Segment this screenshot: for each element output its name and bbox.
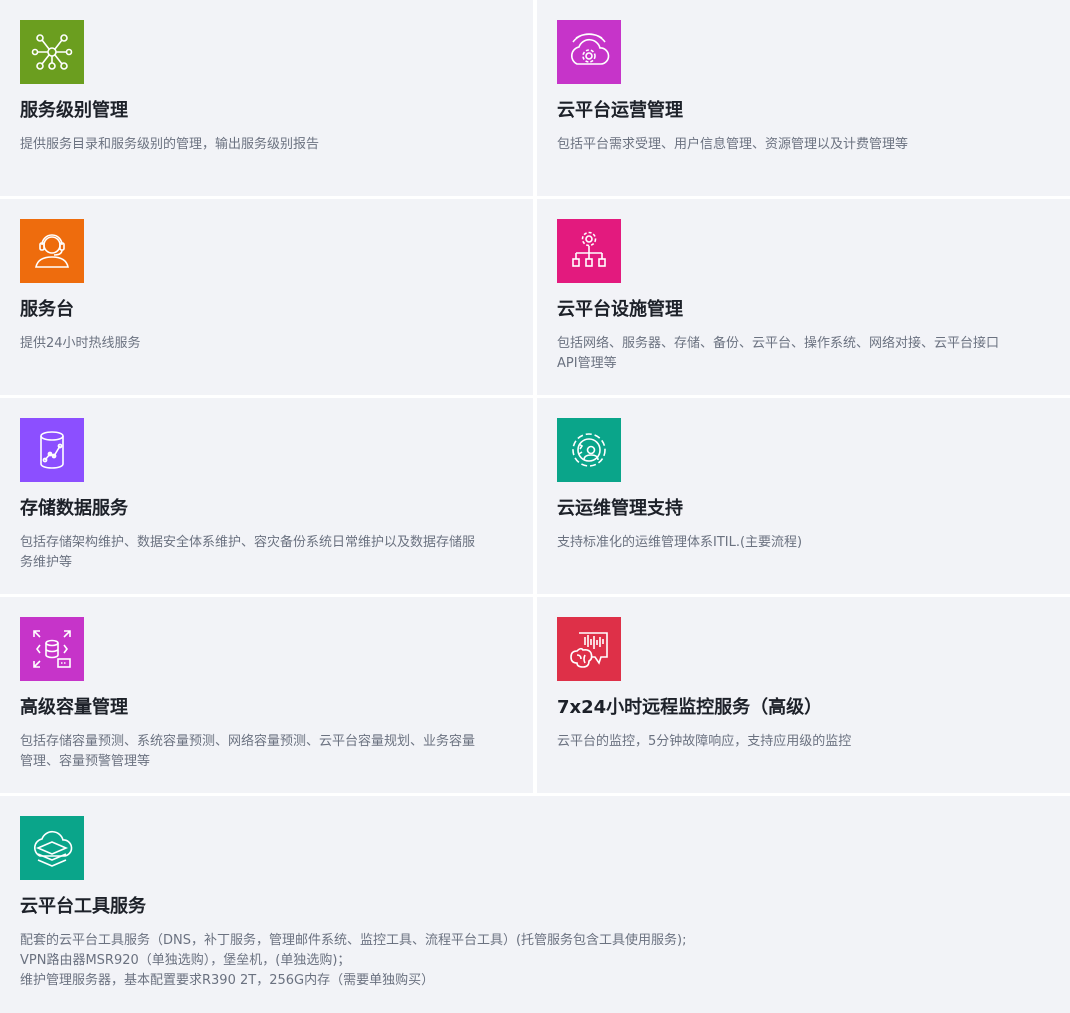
card-title: 云平台运营管理 xyxy=(557,100,683,121)
database-chart-icon xyxy=(40,431,64,469)
card-description: 配套的云平台工具服务（DNS，补丁服务，管理邮件系统、监控工具、流程平台工具）(… xyxy=(20,931,1050,991)
card-description: 包括存储架构维护、数据安全体系维护、容灾备份系统日常维护以及数据存储服 务维护等 xyxy=(20,533,513,573)
card-description: 提供24小时热线服务 xyxy=(20,334,513,354)
card-icon-box xyxy=(557,219,621,283)
card-description: 包括平台需求受理、用户信息管理、资源管理以及计费管理等 xyxy=(557,135,1050,155)
card-description: 包括存储容量预测、系统容量预测、网络容量预测、云平台容量规划、业务容量 管理、容… xyxy=(20,732,513,772)
card-description-line: 提供服务目录和服务级别的管理，输出服务级别报告 xyxy=(20,137,320,152)
card-icon-box xyxy=(557,617,621,681)
card-description: 提供服务目录和服务级别的管理，输出服务级别报告 xyxy=(20,135,513,155)
service-card-storage[interactable]: 存储数据服务 包括存储架构维护、数据安全体系维护、容灾备份系统日常维护以及数据存… xyxy=(0,398,533,594)
card-description-line: VPN路由器MSR920（单独选购），堡垒机，(单独选购)； xyxy=(20,953,351,968)
card-description-line: 包括存储容量预测、系统容量预测、网络容量预测、云平台容量规划、业务容量 xyxy=(20,734,476,749)
service-card-sla[interactable]: 服务级别管理 提供服务目录和服务级别的管理，输出服务级别报告 xyxy=(0,0,533,196)
card-title: 云平台工具服务 xyxy=(20,896,146,917)
card-title: 服务级别管理 xyxy=(20,100,128,121)
card-title: 高级容量管理 xyxy=(20,697,128,718)
network-nodes-icon xyxy=(31,34,73,70)
card-icon-box xyxy=(20,617,84,681)
service-card-tools[interactable]: 云平台工具服务 配套的云平台工具服务（DNS，补丁服务，管理邮件系统、监控工具、… xyxy=(0,796,1070,1013)
service-card-infrastructure[interactable]: 云平台设施管理 包括网络、服务器、存储、备份、云平台、操作系统、网络对接、云平台… xyxy=(537,199,1070,395)
card-description-line: 云平台的监控，5分钟故障响应，支持应用级的监控 xyxy=(557,734,852,749)
card-icon-box xyxy=(557,20,621,84)
card-icon-box xyxy=(20,816,84,880)
card-description: 支持标准化的运维管理体系ITIL.(主要流程) xyxy=(557,533,1050,553)
brain-monitor-icon xyxy=(570,632,608,668)
cloud-gear-icon xyxy=(571,33,610,65)
card-description-line: 包括网络、服务器、存储、备份、云平台、操作系统、网络对接、云平台接口 xyxy=(557,336,1000,351)
card-description-line: 维护管理服务器，基本配置要求R390 2T，256G内存（需要单独购买） xyxy=(20,973,435,988)
card-description-line: 支持标准化的运维管理体系ITIL.(主要流程) xyxy=(557,535,803,550)
card-title: 存储数据服务 xyxy=(20,498,128,519)
service-card-operations[interactable]: 云平台运营管理 包括平台需求受理、用户信息管理、资源管理以及计费管理等 xyxy=(537,0,1070,196)
card-icon-box xyxy=(557,418,621,482)
card-icon-box xyxy=(20,418,84,482)
card-title: 云平台设施管理 xyxy=(557,299,683,320)
service-card-monitoring[interactable]: 7x24小时远程监控服务（高级） 云平台的监控，5分钟故障响应，支持应用级的监控 xyxy=(537,597,1070,793)
service-card-capacity[interactable]: 高级容量管理 包括存储容量预测、系统容量预测、网络容量预测、云平台容量规划、业务… xyxy=(0,597,533,793)
card-description-line: 务维护等 xyxy=(20,555,73,570)
database-scale-icon xyxy=(33,630,71,668)
service-card-ops-support[interactable]: 云运维管理支持 支持标准化的运维管理体系ITIL.(主要流程) xyxy=(537,398,1070,594)
card-icon-box xyxy=(20,20,84,84)
card-description-line: 包括存储架构维护、数据安全体系维护、容灾备份系统日常维护以及数据存储服 xyxy=(20,535,476,550)
service-grid: 服务级别管理 提供服务目录和服务级别的管理，输出服务级别报告 云平台运营管理 包… xyxy=(0,0,1070,1013)
cloud-layers-icon xyxy=(34,830,73,867)
card-description-line: 提供24小时热线服务 xyxy=(20,336,141,351)
gear-hierarchy-icon xyxy=(572,231,606,267)
card-description-line: 管理、容量预警管理等 xyxy=(20,754,151,769)
card-description: 包括网络、服务器、存储、备份、云平台、操作系统、网络对接、云平台接口 API管理… xyxy=(557,334,1050,374)
card-title: 服务台 xyxy=(20,299,74,320)
service-card-helpdesk[interactable]: 服务台 提供24小时热线服务 xyxy=(0,199,533,395)
card-description-line: API管理等 xyxy=(557,356,617,371)
card-icon-box xyxy=(20,219,84,283)
card-description-line: 包括平台需求受理、用户信息管理、资源管理以及计费管理等 xyxy=(557,137,909,152)
card-title: 7x24小时远程监控服务（高级） xyxy=(557,697,823,718)
card-description: 云平台的监控，5分钟故障响应，支持应用级的监控 xyxy=(557,732,1050,752)
gear-user-icon xyxy=(572,433,606,467)
card-title: 云运维管理支持 xyxy=(557,498,683,519)
headset-agent-icon xyxy=(35,234,69,268)
card-description-line: 配套的云平台工具服务（DNS，补丁服务，管理邮件系统、监控工具、流程平台工具）(… xyxy=(20,933,687,948)
